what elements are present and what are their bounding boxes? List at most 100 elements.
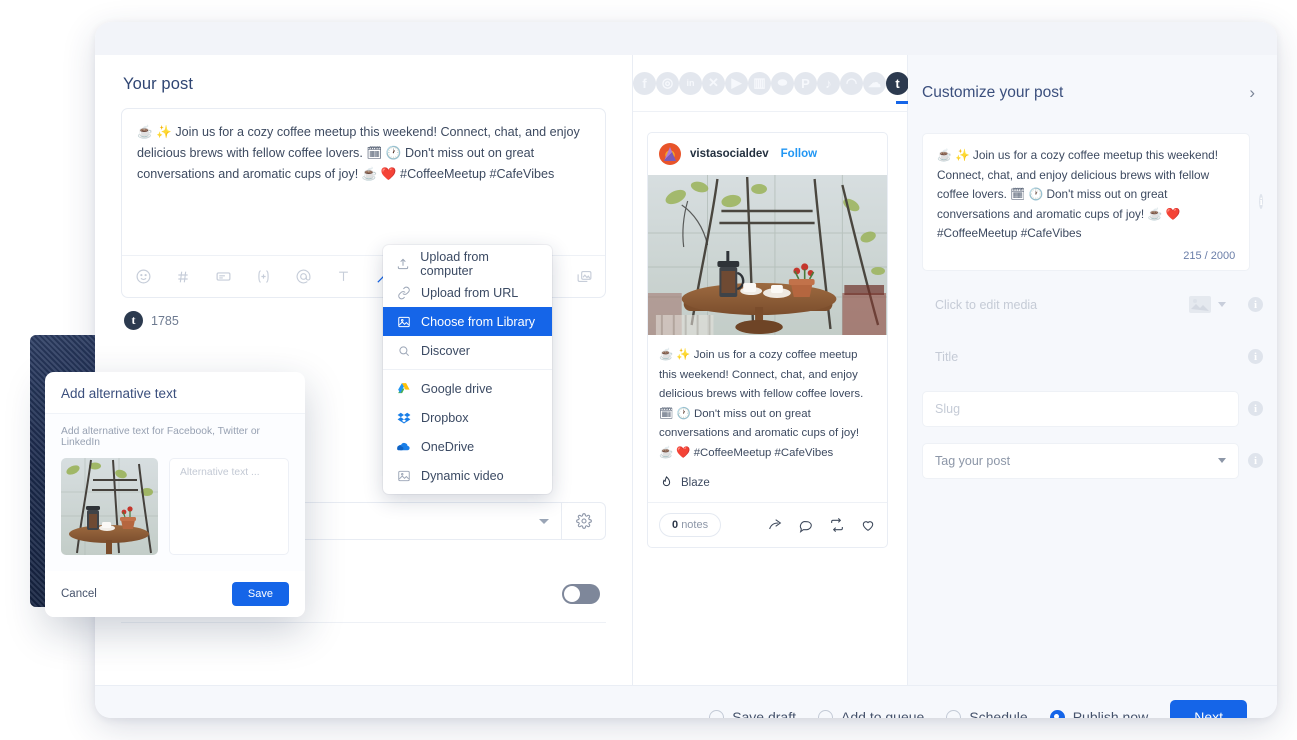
- menu-item-label: Upload from computer: [420, 249, 489, 278]
- radio-schedule[interactable]: Schedule: [946, 709, 1028, 718]
- platform-tab-snapchat[interactable]: ◠: [840, 71, 863, 95]
- radio-save-draft[interactable]: Save draft: [709, 709, 796, 718]
- menu-item-label: Google drive: [421, 381, 493, 396]
- media-field[interactable]: Click to edit media: [922, 287, 1239, 323]
- action-bar: Save draft Add to queue Schedule Publish no…: [95, 685, 1277, 718]
- customize-header[interactable]: Customize your post ›: [908, 55, 1277, 117]
- platform-tab-x-twitter[interactable]: ✕: [702, 71, 725, 95]
- text-format-icon[interactable]: [332, 266, 354, 288]
- preview-wrapper: vistasocialdev Follow ☕ ✨ Join us for a …: [633, 112, 907, 548]
- customize-text-box[interactable]: ☕ ✨ Join us for a cozy coffee meetup thi…: [922, 133, 1251, 271]
- menu-item-onedrive[interactable]: OneDrive: [383, 432, 552, 461]
- platform-tab-facebook[interactable]: f: [633, 71, 656, 95]
- menu-item-dynamic-video[interactable]: Dynamic video: [383, 461, 552, 490]
- follow-link[interactable]: Follow: [781, 148, 817, 160]
- blaze-row[interactable]: Blaze: [648, 473, 887, 503]
- alt-text-input[interactable]: Alternative text ...: [169, 458, 289, 555]
- info-icon[interactable]: i: [1248, 453, 1263, 468]
- settings-gear-button[interactable]: [561, 503, 605, 539]
- title-field[interactable]: Title: [922, 339, 1239, 375]
- tag-field[interactable]: Tag your post: [922, 442, 1239, 479]
- platform-tab-youtube[interactable]: ▶: [725, 71, 748, 95]
- media-field-placeholder: Click to edit media: [935, 297, 1038, 312]
- notes-pill[interactable]: 0 notes: [659, 513, 722, 537]
- page-title: Your post: [123, 75, 194, 93]
- snapchat-icon: ◠: [840, 71, 863, 95]
- tumblr-badge-icon: t: [124, 311, 143, 330]
- menu-separator: [383, 369, 552, 370]
- comment-icon[interactable]: [798, 517, 814, 533]
- reblog-icon[interactable]: [829, 517, 845, 533]
- menu-item-upload-from-computer[interactable]: Upload from computer: [383, 249, 552, 278]
- emoji-icon[interactable]: [132, 266, 154, 288]
- pinterest-icon: P: [794, 71, 817, 95]
- radio-label: Save draft: [732, 709, 797, 718]
- menu-item-google-drive[interactable]: Google drive: [383, 374, 552, 403]
- hashtag-icon[interactable]: [172, 266, 194, 288]
- character-count: 1785: [151, 313, 179, 328]
- alt-text-dialog: Add alternative text Add alternative tex…: [45, 372, 305, 617]
- platform-tab-reddit[interactable]: ⬬: [771, 71, 794, 95]
- preview-header: vistasocialdev Follow: [648, 133, 887, 175]
- mention-icon[interactable]: [292, 266, 314, 288]
- dropbox-icon: [396, 411, 411, 425]
- window-topbar: [95, 22, 1277, 55]
- chevron-down-icon[interactable]: [1218, 302, 1226, 307]
- reddit-icon: ⬬: [771, 71, 794, 95]
- media-thumbnail-icon: [1189, 296, 1211, 313]
- info-icon[interactable]: i: [1248, 297, 1263, 312]
- library-image-icon: [396, 315, 411, 329]
- slug-field[interactable]: Slug: [922, 390, 1239, 427]
- share-icon[interactable]: [767, 517, 783, 533]
- advocacy-toggle[interactable]: [562, 583, 600, 604]
- chevron-right-icon[interactable]: ›: [1249, 83, 1255, 103]
- menu-item-dropbox[interactable]: Dropbox: [383, 403, 552, 432]
- menu-item-label: Discover: [421, 343, 470, 358]
- title-field-placeholder: Title: [935, 349, 959, 364]
- platform-tab-instagram[interactable]: ◎: [656, 71, 679, 95]
- radio-label: Publish now: [1072, 709, 1149, 718]
- save-button[interactable]: Save: [231, 582, 289, 606]
- radio-button[interactable]: [818, 709, 834, 718]
- like-icon[interactable]: [860, 517, 876, 533]
- media-source-menu[interactable]: Upload from computer Upload from URL Choos…: [383, 245, 552, 494]
- menu-item-discover[interactable]: Discover: [383, 336, 552, 365]
- alt-image-thumbnail: [61, 458, 158, 555]
- media-icon[interactable]: [573, 266, 595, 288]
- cancel-button[interactable]: Cancel: [61, 588, 97, 600]
- x-twitter-icon: ✕: [702, 71, 725, 95]
- menu-item-upload-from-url[interactable]: Upload from URL: [383, 278, 552, 307]
- platform-tab-bluesky[interactable]: ☁: [863, 71, 886, 95]
- menu-item-label: Choose from Library: [421, 314, 536, 329]
- snippet-icon[interactable]: [212, 266, 234, 288]
- menu-item-choose-from-library[interactable]: Choose from Library: [383, 307, 552, 336]
- info-icon[interactable]: i: [1259, 194, 1263, 210]
- radio-button[interactable]: [946, 709, 962, 718]
- customize-post-text[interactable]: ☕ ✨ Join us for a cozy coffee meetup thi…: [937, 146, 1235, 244]
- slug-field-placeholder: Slug: [935, 401, 961, 416]
- dynamic-video-icon: [396, 469, 411, 483]
- radio-button[interactable]: [1049, 709, 1065, 718]
- notes-label: notes: [681, 519, 709, 531]
- preview-post-text: ☕ ✨ Join us for a cozy coffee meetup thi…: [659, 349, 864, 459]
- info-icon[interactable]: i: [1248, 401, 1263, 416]
- variable-icon[interactable]: [252, 266, 274, 288]
- platform-tab-tumblr[interactable]: t: [886, 71, 918, 104]
- platform-tab-google-business[interactable]: ▥: [748, 71, 771, 95]
- radio-publish-now[interactable]: Publish now: [1049, 709, 1149, 718]
- info-icon[interactable]: i: [1248, 349, 1263, 364]
- alt-dialog-footer: Cancel Save: [45, 571, 305, 617]
- composer-text[interactable]: ☕ ✨ Join us for a cozy coffee meetup thi…: [122, 109, 605, 185]
- google-business-icon: ▥: [748, 71, 771, 95]
- menu-item-label: Dynamic video: [421, 468, 504, 483]
- platform-tab-tiktok[interactable]: ♪: [817, 71, 840, 95]
- radio-button[interactable]: [709, 709, 725, 718]
- preview-photo: [648, 175, 887, 335]
- chevron-down-icon[interactable]: [1218, 458, 1226, 463]
- slug-field-row: Slug i: [922, 390, 1263, 427]
- linkedin-icon: in: [679, 71, 702, 95]
- next-button[interactable]: Next: [1170, 700, 1247, 718]
- platform-tab-linkedin[interactable]: in: [679, 71, 702, 95]
- radio-add-to-queue[interactable]: Add to queue: [818, 709, 924, 718]
- platform-tab-pinterest[interactable]: P: [794, 71, 817, 95]
